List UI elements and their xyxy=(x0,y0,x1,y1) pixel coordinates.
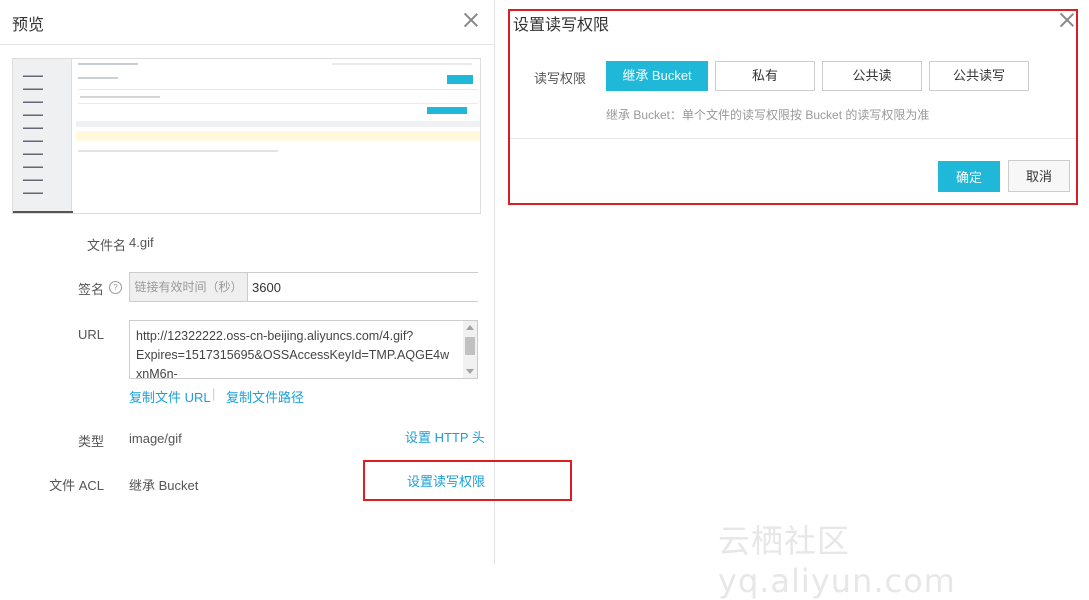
preview-title: 预览 xyxy=(12,17,45,34)
thumbnail-sidebar-item: ▬▬▬▬ xyxy=(23,190,43,196)
set-http-header-link[interactable]: 设置 HTTP 头 xyxy=(405,427,485,446)
highlight-box-dialog xyxy=(508,9,1078,205)
scroll-thumb[interactable] xyxy=(465,337,475,355)
thumbnail-sidebar: ▬▬▬▬ ▬▬▬▬ ▬▬▬▬ ▬▬▬▬ ▬▬▬▬ ▬▬▬▬ ▬▬▬▬ ▬▬▬▬ … xyxy=(13,59,72,213)
type-label: 类型 xyxy=(77,434,104,449)
thumbnail-line xyxy=(332,63,472,65)
thumbnail-sidebar-item: ▬▬▬▬ xyxy=(23,138,43,144)
thumbnail-button xyxy=(447,75,473,84)
signature-addon: 链接有效时间（秒） xyxy=(130,273,248,301)
expire-time-input[interactable] xyxy=(248,273,485,301)
scroll-down-icon[interactable] xyxy=(466,369,474,374)
image-thumbnail: ▬▬▬▬ ▬▬▬▬ ▬▬▬▬ ▬▬▬▬ ▬▬▬▬ ▬▬▬▬ ▬▬▬▬ ▬▬▬▬ … xyxy=(12,58,481,214)
url-scrollbar[interactable] xyxy=(463,321,477,378)
thumbnail-line xyxy=(78,63,138,65)
acl-label: 文件 ACL xyxy=(49,478,104,493)
thumbnail-sidebar-item: ▬▬▬▬ xyxy=(23,112,43,118)
url-field: http://12322222.oss-cn-beijing.aliyuncs.… xyxy=(129,320,478,379)
thumbnail-button xyxy=(427,107,467,114)
link-separator: | xyxy=(212,386,216,401)
watermark: 云栖社区 yq.aliyun.com xyxy=(718,522,956,600)
thumbnail-line xyxy=(80,96,160,98)
thumbnail-sidebar-item: ▬▬▬▬ xyxy=(23,86,43,92)
help-icon[interactable]: ? xyxy=(109,281,122,294)
thumbnail-line xyxy=(78,103,478,104)
preview-header: 预览 xyxy=(0,0,494,45)
thumbnail-row xyxy=(76,131,480,141)
signature-field: 链接有效时间（秒） xyxy=(129,272,485,302)
thumbnail-bar xyxy=(13,211,73,213)
acl-value: 继承 Bucket xyxy=(129,478,199,493)
thumbnail-sidebar-item: ▬▬▬▬ xyxy=(23,125,43,131)
copy-url-link[interactable]: 复制文件 URL xyxy=(129,387,211,406)
thumbnail-line xyxy=(78,89,478,90)
thumbnail-line xyxy=(76,121,480,127)
copy-path-link[interactable]: 复制文件路径 xyxy=(226,387,304,406)
thumbnail-line xyxy=(78,77,118,79)
thumbnail-sidebar-item: ▬▬▬▬ xyxy=(23,73,43,79)
highlight-box-acl xyxy=(363,460,572,501)
thumbnail-sidebar-item: ▬▬▬▬ xyxy=(23,177,43,183)
filename-value: 4.gif xyxy=(129,235,154,250)
filename-label: 文件名 xyxy=(86,238,126,253)
signature-label: 签名 xyxy=(77,282,104,297)
thumbnail-sidebar-item: ▬▬▬▬ xyxy=(23,164,43,170)
url-textarea[interactable]: http://12322222.oss-cn-beijing.aliyuncs.… xyxy=(130,321,460,378)
thumbnail-sidebar-item: ▬▬▬▬ xyxy=(23,99,43,105)
thumbnail-content xyxy=(72,59,480,213)
type-value: image/gif xyxy=(129,431,182,446)
close-icon[interactable] xyxy=(464,13,478,27)
url-label: URL xyxy=(77,327,104,342)
scroll-up-icon[interactable] xyxy=(466,325,474,330)
thumbnail-line xyxy=(78,150,278,152)
thumbnail-sidebar-item: ▬▬▬▬ xyxy=(23,151,43,157)
